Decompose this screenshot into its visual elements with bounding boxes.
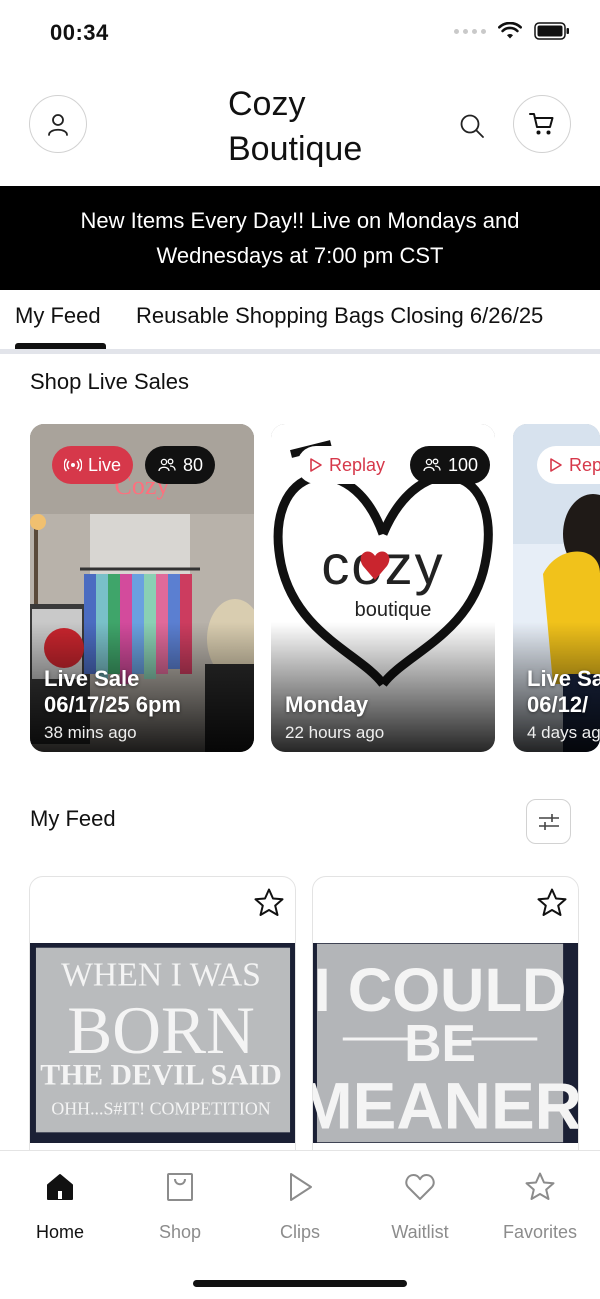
battery-icon — [534, 22, 569, 40]
tab-bar: My Feed Reusable Shopping Bags Closing 6… — [0, 290, 600, 354]
signal-dots-icon — [454, 28, 486, 34]
sliders-icon — [538, 813, 559, 830]
feed-product-card[interactable]: I COULD BE MEANER — [312, 876, 579, 1166]
search-button[interactable] — [452, 106, 492, 146]
nav-home-label: Home — [35, 1222, 84, 1242]
replay-badge-label: Replay — [329, 454, 386, 475]
play-icon — [290, 1173, 312, 1201]
replay-badge: Replay — [297, 446, 398, 484]
user-icon — [48, 114, 68, 136]
card-title-line-1: Live Sale — [44, 666, 140, 691]
svg-text:MEANER: MEANER — [313, 1069, 578, 1142]
nav-waitlist-label: Waitlist — [391, 1222, 449, 1242]
star-outline-icon — [537, 888, 567, 916]
card-title-line-1: Live Sale — [527, 666, 600, 691]
filter-button[interactable] — [526, 799, 571, 844]
nav-clips[interactable]: Clips — [240, 1169, 360, 1243]
viewers-icon — [158, 458, 176, 472]
status-icons — [454, 22, 570, 40]
home-indicator[interactable] — [193, 1280, 407, 1287]
favorite-button[interactable] — [251, 885, 287, 921]
heart-icon — [405, 1174, 435, 1200]
svg-text:boutique: boutique — [355, 599, 432, 621]
svg-text:BE: BE — [404, 1014, 476, 1072]
viewers-icon — [423, 458, 441, 472]
live-badge: Live — [52, 446, 134, 484]
nav-home[interactable]: Home — [0, 1169, 120, 1243]
active-tab-indicator — [15, 343, 106, 349]
card-time: 4 days ago — [527, 723, 600, 742]
product-image: I COULD BE MEANER — [313, 943, 578, 1143]
star-outline-icon — [254, 888, 284, 916]
brand-line-2: Boutique — [228, 130, 363, 168]
replay-card[interactable]: Replay Live Sale 06/12/ 4 days ago — [513, 424, 600, 752]
viewer-count-badge: 80 — [145, 446, 216, 484]
svg-text:OHH...S#IT! COMPETITION: OHH...S#IT! COMPETITION — [51, 1098, 270, 1118]
profile-button[interactable] — [29, 95, 87, 153]
svg-text:THE DEVIL SAID: THE DEVIL SAID — [40, 1059, 282, 1092]
feed-product-card[interactable]: WHEN I WAS BORN THE DEVIL SAID OHH...S#I… — [29, 876, 296, 1166]
play-outline-icon — [310, 458, 322, 472]
svg-text:WHEN I WAS: WHEN I WAS — [61, 956, 261, 993]
live-sale-card[interactable]: Cozy Live 80 Live Sale 06/17/25 6pm 38 m… — [30, 424, 254, 752]
app-header: Cozy Boutique — [0, 66, 600, 186]
viewer-count: 80 — [183, 454, 204, 475]
section-title-live: Shop Live Sales — [30, 369, 189, 394]
home-icon — [47, 1174, 73, 1200]
search-icon — [460, 114, 484, 138]
nav-waitlist[interactable]: Waitlist — [360, 1169, 480, 1243]
nav-shop-label: Shop — [158, 1222, 202, 1242]
nav-favorites-label: Favorites — [502, 1222, 578, 1242]
brand-title: Cozy Boutique — [228, 82, 362, 172]
live-badge-label: Live — [88, 454, 122, 475]
banner-line-2: Wednesdays at 7:00 pm CST — [156, 243, 444, 268]
banner-line-1: New Items Every Day!! Live on Mondays an… — [80, 208, 520, 233]
tab-reusable-bags[interactable]: Reusable Shopping Bags Closing 6/26/25 — [136, 303, 543, 329]
card-time: 22 hours ago — [285, 723, 385, 742]
card-title-line-1: Monday — [285, 692, 369, 717]
status-time: 00:34 — [50, 20, 109, 45]
card-title-line-2: 06/17/25 6pm — [44, 692, 181, 717]
viewer-count: 100 — [448, 454, 479, 475]
svg-text:BORN: BORN — [67, 993, 255, 1068]
tab-my-feed[interactable]: My Feed — [15, 303, 101, 329]
viewer-count-badge: 100 — [410, 446, 491, 484]
status-bar: 00:34 — [0, 0, 600, 66]
brand-line-1: Cozy — [228, 85, 306, 123]
wifi-icon — [498, 22, 522, 39]
cart-button[interactable] — [513, 95, 571, 153]
nav-shop[interactable]: Shop — [120, 1169, 240, 1243]
replay-badge-label: Replay — [569, 454, 600, 475]
nav-favorites[interactable]: Favorites — [480, 1169, 600, 1243]
product-image: WHEN I WAS BORN THE DEVIL SAID OHH...S#I… — [30, 943, 295, 1143]
play-outline-icon — [550, 458, 562, 472]
card-time: 38 mins ago — [44, 723, 137, 742]
section-title-feed: My Feed — [30, 806, 116, 831]
star-icon — [525, 1172, 555, 1200]
shop-bag-icon — [167, 1173, 193, 1201]
replay-card[interactable]: cozy boutique Replay 100 Monday 22 hours… — [271, 424, 495, 752]
announcement-banner: New Items Every Day!! Live on Mondays an… — [0, 186, 600, 290]
card-title-line-2: 06/12/ — [527, 692, 589, 717]
bottom-nav: Home Shop Clips Waitlist Favorites — [0, 1150, 600, 1299]
broadcast-icon — [64, 458, 82, 472]
nav-clips-label: Clips — [279, 1222, 320, 1242]
favorite-button[interactable] — [534, 885, 570, 921]
cart-icon — [529, 113, 554, 135]
replay-badge: Replay — [537, 446, 600, 484]
